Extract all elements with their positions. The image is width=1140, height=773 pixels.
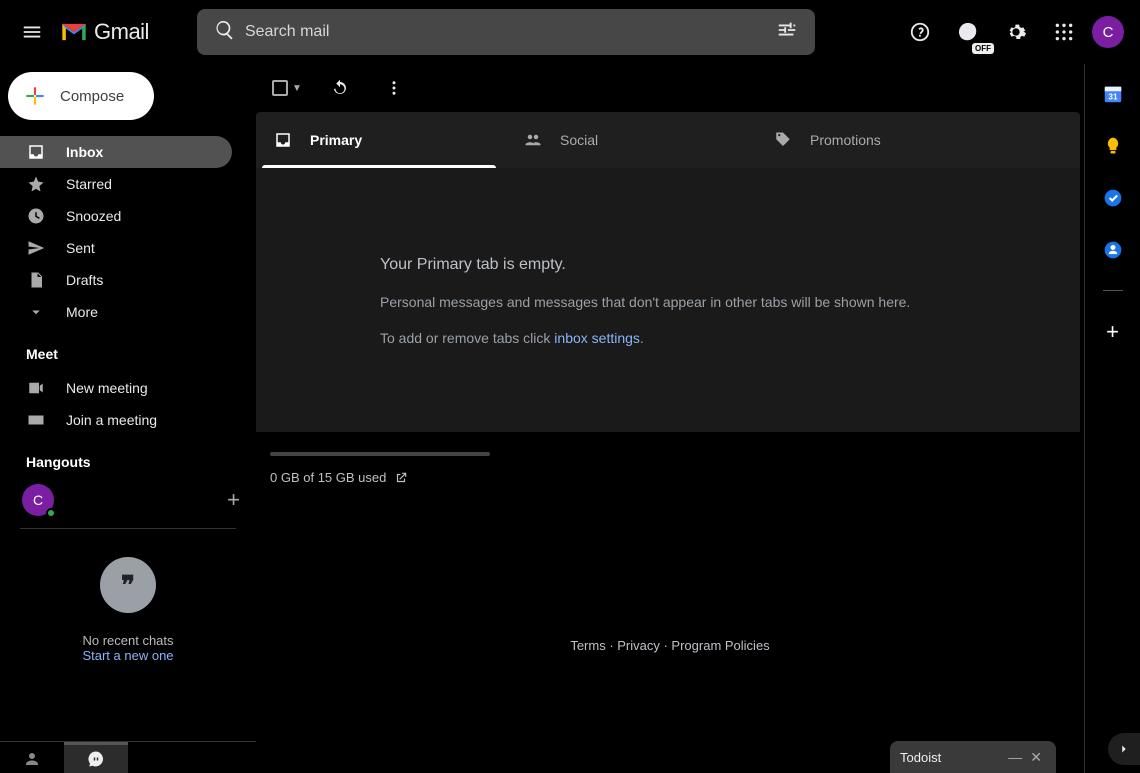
status-badge: OFF [972,43,994,54]
contacts-addon-icon[interactable] [1101,238,1125,262]
plus-icon [22,83,48,109]
search-input[interactable] [245,23,767,41]
gmail-logo[interactable]: Gmail [60,19,149,45]
google-apps-icon[interactable] [1044,12,1084,52]
account-avatar[interactable]: C [1092,16,1124,48]
clock-icon [26,207,46,225]
search-icon[interactable] [205,19,245,46]
nav-new-meeting[interactable]: New meeting [0,372,232,404]
footer-links[interactable]: Terms · Privacy · Program Policies [570,638,769,653]
hangouts-section-title: Hangouts [0,436,256,480]
hangouts-speech-icon: ❞ [100,557,156,613]
search-bar[interactable] [197,9,815,55]
nav-sent[interactable]: Sent [0,232,232,264]
todoist-popup[interactable]: Todoist — ✕ [890,741,1056,773]
nav-join-meeting[interactable]: Join a meeting [0,404,232,436]
online-status-icon[interactable]: OFF [948,12,988,52]
start-new-chat-link[interactable]: Start a new one [0,648,256,663]
minimize-icon[interactable]: — [1004,749,1026,765]
svg-text:31: 31 [1108,93,1118,102]
todoist-title: Todoist [900,750,941,765]
tag-icon [774,131,792,149]
more-options-button[interactable] [378,72,410,104]
compose-button[interactable]: Compose [8,72,154,120]
people-icon [524,131,542,149]
tab-social[interactable]: Social [506,112,756,168]
presence-dot [46,508,56,518]
tab-promotions[interactable]: Promotions [756,112,1080,168]
nav-inbox[interactable]: Inbox [0,136,232,168]
close-icon[interactable]: ✕ [1026,749,1046,766]
meet-section-title: Meet [0,328,256,372]
gmail-wordmark: Gmail [94,19,149,45]
hangouts-contacts-tab[interactable] [0,742,64,773]
new-conversation-icon[interactable]: + [227,487,240,513]
no-recent-chats-text: No recent chats [0,633,256,648]
select-all-checkbox[interactable]: ▼ [272,80,302,96]
nav-more[interactable]: More [0,296,232,328]
storage-usage-bar[interactable] [270,452,490,456]
chevron-down-icon [26,303,46,321]
support-icon[interactable] [900,12,940,52]
get-addons-button[interactable]: + [1106,319,1119,345]
storage-usage-text: 0 GB of 15 GB used [270,470,386,485]
calendar-addon-icon[interactable]: 31 [1101,82,1125,106]
empty-line2: To add or remove tabs click inbox settin… [380,330,1080,346]
video-icon [26,379,46,397]
tab-primary[interactable]: Primary [256,112,506,168]
main-menu-button[interactable] [8,8,56,56]
inbox-settings-link[interactable]: inbox settings [554,330,640,346]
keyboard-icon [26,411,46,429]
hangouts-chat-tab[interactable] [64,742,128,773]
hide-sidepanel-button[interactable] [1108,733,1140,765]
search-options-icon[interactable] [767,19,807,46]
star-icon [26,175,46,193]
keep-addon-icon[interactable] [1101,134,1125,158]
sidepanel-divider [1103,290,1123,291]
draft-icon [26,271,46,289]
nav-starred[interactable]: Starred [0,168,232,200]
send-icon [26,239,46,257]
nav-snoozed[interactable]: Snoozed [0,200,232,232]
settings-icon[interactable] [996,12,1036,52]
empty-heading: Your Primary tab is empty. [380,256,1080,274]
open-in-new-icon[interactable] [394,471,408,485]
tasks-addon-icon[interactable] [1101,186,1125,210]
refresh-button[interactable] [324,72,356,104]
divider [20,528,236,529]
compose-label: Compose [60,88,124,105]
hangouts-avatar[interactable]: C [22,484,54,516]
inbox-icon [26,143,46,161]
empty-line1: Personal messages and messages that don'… [380,294,1080,310]
nav-drafts[interactable]: Drafts [0,264,232,296]
inbox-icon [274,131,292,149]
